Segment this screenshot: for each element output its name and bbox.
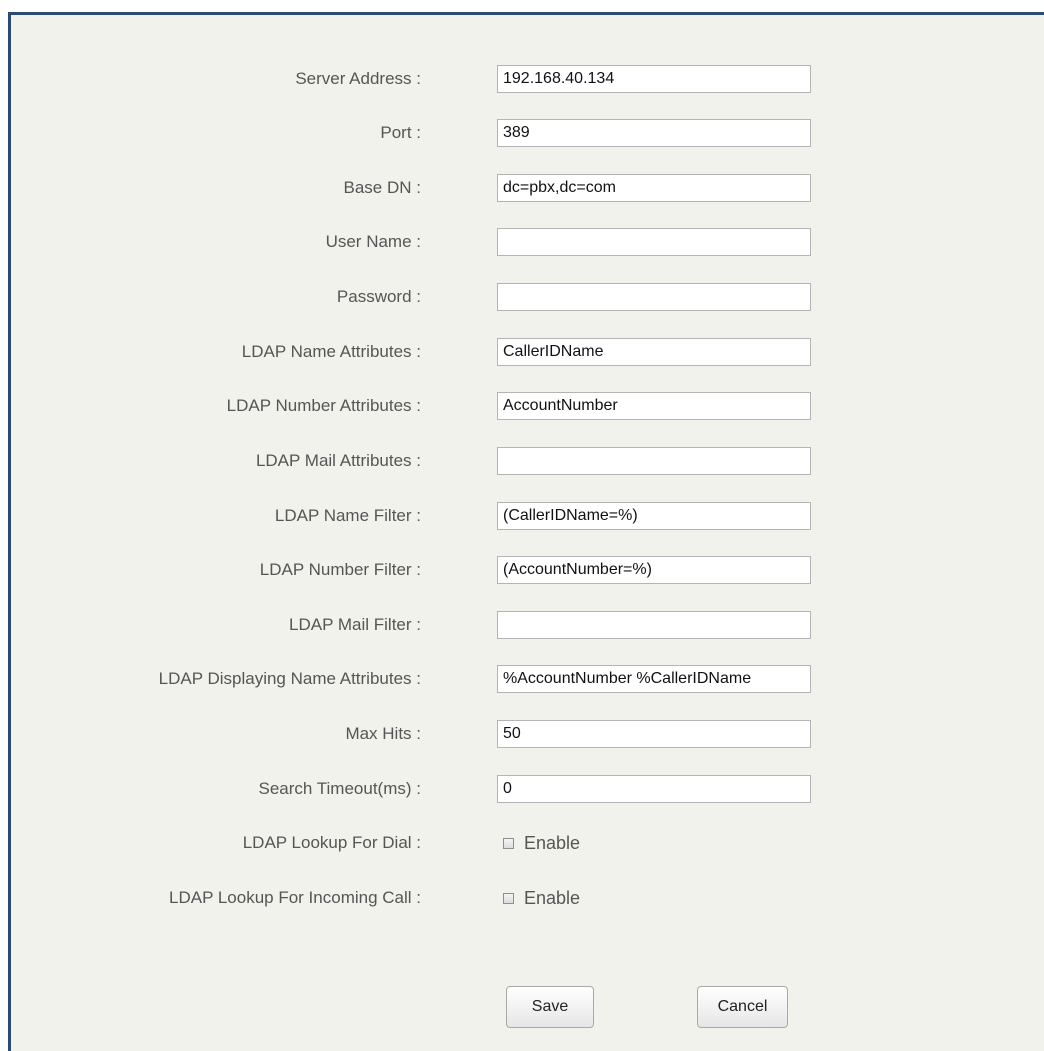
base-dn-row: Base DN : (11, 173, 1044, 203)
search-timeout-label: Search Timeout(ms) : (258, 779, 422, 798)
ldap-mail-attributes-row: LDAP Mail Attributes : (11, 446, 1044, 476)
ldap-mail-attributes-label: LDAP Mail Attributes : (255, 451, 421, 470)
ldap-mail-attributes-input[interactable] (497, 447, 811, 475)
ldap-lookup-for-dial-checkbox[interactable] (503, 837, 514, 849)
ldap-name-attributes-input[interactable] (497, 338, 811, 366)
ldap-mail-filter-input[interactable] (497, 611, 811, 639)
server-address-label: Server Address : (295, 69, 421, 88)
port-row: Port : (11, 118, 1044, 148)
max-hits-label: Max Hits : (345, 724, 421, 743)
ldap-lookup-for-dial-row: LDAP Lookup For Dial : Enable (11, 828, 1044, 858)
ldap-number-attributes-input[interactable] (497, 392, 811, 420)
save-button[interactable]: Save (506, 986, 594, 1028)
ldap-lookup-for-incoming-call-enable-label[interactable]: Enable (524, 888, 580, 909)
ldap-name-filter-label: LDAP Name Filter : (274, 506, 421, 525)
ldap-mail-filter-label: LDAP Mail Filter : (289, 615, 421, 634)
ldap-name-filter-row: LDAP Name Filter : (11, 501, 1044, 531)
ldap-mail-filter-row: LDAP Mail Filter : (11, 610, 1044, 640)
ldap-displaying-name-attributes-label: LDAP Displaying Name Attributes : (158, 669, 421, 688)
max-hits-row: Max Hits : (11, 719, 1044, 749)
search-timeout-row: Search Timeout(ms) : (11, 774, 1044, 804)
ldap-lookup-for-incoming-call-checkbox[interactable] (503, 892, 514, 904)
ldap-lookup-for-dial-enable-label[interactable]: Enable (524, 833, 580, 854)
user-name-input[interactable] (497, 228, 811, 256)
password-label: Password : (336, 287, 421, 306)
ldap-number-attributes-label: LDAP Number Attributes : (226, 396, 421, 415)
ldap-number-filter-row: LDAP Number Filter : (11, 555, 1044, 585)
password-row: Password : (11, 282, 1044, 312)
ldap-lookup-for-dial-toggle[interactable]: Enable (503, 828, 580, 858)
ldap-lookup-for-incoming-call-label: LDAP Lookup For Incoming Call : (169, 888, 421, 907)
ldap-settings-panel: Server Address : Port : Base DN : User N… (8, 12, 1044, 1051)
base-dn-label: Base DN : (343, 178, 421, 197)
max-hits-input[interactable] (497, 720, 811, 748)
ldap-lookup-for-incoming-call-toggle[interactable]: Enable (503, 883, 580, 913)
ldap-name-attributes-row: LDAP Name Attributes : (11, 337, 1044, 367)
user-name-row: User Name : (11, 227, 1044, 257)
ldap-name-attributes-label: LDAP Name Attributes : (241, 342, 421, 361)
ldap-number-filter-input[interactable] (497, 556, 811, 584)
port-label: Port : (380, 123, 421, 142)
base-dn-input[interactable] (497, 174, 811, 202)
ldap-number-filter-label: LDAP Number Filter : (259, 560, 421, 579)
ldap-number-attributes-row: LDAP Number Attributes : (11, 391, 1044, 421)
cancel-button[interactable]: Cancel (697, 986, 788, 1028)
ldap-displaying-name-attributes-input[interactable] (497, 665, 811, 693)
page: Server Address : Port : Base DN : User N… (0, 0, 1044, 1051)
user-name-label: User Name : (325, 232, 421, 251)
ldap-lookup-for-dial-label: LDAP Lookup For Dial : (242, 833, 421, 852)
server-address-input[interactable] (497, 65, 811, 93)
ldap-name-filter-input[interactable] (497, 502, 811, 530)
ldap-displaying-name-attributes-row: LDAP Displaying Name Attributes : (11, 664, 1044, 694)
port-input[interactable] (497, 119, 811, 147)
search-timeout-input[interactable] (497, 775, 811, 803)
password-input[interactable] (497, 283, 811, 311)
ldap-lookup-for-incoming-call-row: LDAP Lookup For Incoming Call : Enable (11, 883, 1044, 913)
server-address-row: Server Address : (11, 64, 1044, 94)
